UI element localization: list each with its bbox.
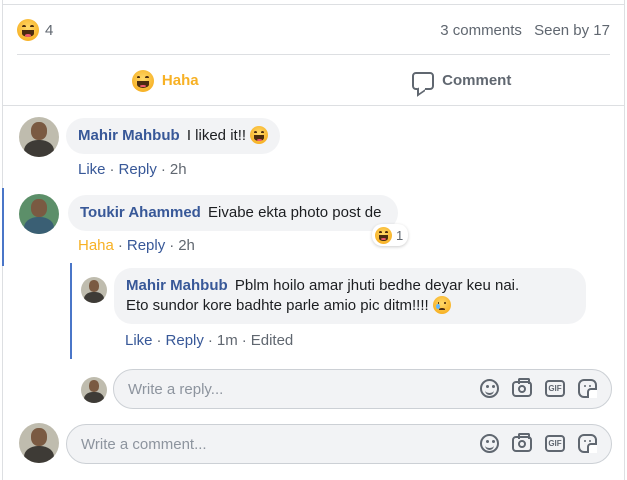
- comment-text: I liked it!!: [186, 127, 247, 144]
- haha-button[interactable]: Haha: [17, 55, 314, 106]
- avatar[interactable]: [19, 117, 59, 157]
- reply-link[interactable]: Reply: [166, 332, 204, 349]
- reply-bubble: Mahir Mahbub Pblm hoilo amar jhuti bedhe…: [114, 268, 586, 324]
- gif-icon[interactable]: GIF: [545, 380, 565, 397]
- reply-text-line1: Pblm hoilo amar jhuti bedhe deyar keu na…: [234, 277, 520, 294]
- haha-emoji-icon: [17, 19, 39, 41]
- comment-bubble: Mahir Mahbub I liked it!!: [66, 118, 281, 154]
- reaction-count: 4: [45, 21, 54, 39]
- avatar[interactable]: [81, 277, 107, 303]
- reply-input[interactable]: Write a reply... GIF: [113, 369, 612, 409]
- comment-text: Eivabe ekta photo post de: [208, 204, 382, 221]
- reply-link[interactable]: Reply: [127, 237, 165, 254]
- like-link[interactable]: Like: [78, 161, 106, 178]
- emoji-icon[interactable]: [480, 379, 499, 398]
- comment-button[interactable]: Comment: [314, 55, 611, 106]
- thread-indicator: [2, 188, 4, 266]
- comment-author[interactable]: Toukir Ahammed: [80, 204, 201, 221]
- emoji-icon[interactable]: [480, 434, 499, 453]
- sticker-icon[interactable]: [578, 379, 597, 398]
- reaction-summary: 4 3 comments Seen by 17: [17, 16, 610, 44]
- sticker-icon[interactable]: [578, 434, 597, 453]
- avatar[interactable]: [19, 194, 59, 234]
- camera-icon[interactable]: [512, 378, 532, 397]
- comment-icon: [412, 71, 435, 90]
- comment-meta: Like · Reply · 2h: [78, 161, 187, 178]
- reply-input-placeholder: Write a reply...: [128, 380, 224, 398]
- avatar: [19, 423, 59, 463]
- reply-meta: Like · Reply · 1m · Edited: [125, 332, 294, 349]
- reaction-badge[interactable]: 1: [372, 224, 409, 246]
- gif-icon[interactable]: GIF: [545, 435, 565, 452]
- haha-reaction-link[interactable]: Haha: [78, 237, 114, 254]
- comment-time[interactable]: 2h: [170, 161, 187, 178]
- haha-label: Haha: [161, 72, 199, 89]
- reply-link[interactable]: Reply: [119, 161, 157, 178]
- comment-time[interactable]: 2h: [178, 237, 195, 254]
- haha-emoji-icon: [375, 226, 392, 244]
- reactions-count[interactable]: 4: [17, 19, 53, 41]
- haha-emoji-icon: [131, 69, 154, 92]
- edited-label[interactable]: Edited: [251, 332, 294, 349]
- comments-panel: 4 3 comments Seen by 17 Haha Comment Mah…: [2, 0, 625, 480]
- top-divider: [3, 4, 624, 5]
- comments-count[interactable]: 3 comments: [440, 22, 522, 39]
- reaction-badge-count: 1: [396, 227, 404, 243]
- crying-emoji-icon: [432, 296, 451, 314]
- comment-meta: Haha · Reply · 2h: [78, 237, 195, 254]
- comment-input-placeholder: Write a comment...: [81, 435, 207, 453]
- like-link[interactable]: Like: [125, 332, 153, 349]
- laughing-tears-emoji-icon: [250, 126, 269, 144]
- avatar: [81, 377, 107, 403]
- reply-text-line2: Eto sundor kore badhte parle amio pic di…: [126, 297, 429, 314]
- seen-by[interactable]: Seen by 17: [534, 22, 610, 39]
- action-bar: Haha Comment: [17, 54, 610, 106]
- reply-author[interactable]: Mahir Mahbub: [126, 277, 228, 294]
- comment-input[interactable]: Write a comment... GIF: [66, 424, 612, 464]
- comment-bubble: Toukir Ahammed Eivabe ekta photo post de: [68, 195, 398, 231]
- comment-label: Comment: [442, 72, 512, 89]
- reply-time[interactable]: 1m: [217, 332, 238, 349]
- camera-icon[interactable]: [512, 433, 532, 452]
- reply-thread-indicator: [70, 263, 72, 359]
- divider: [3, 105, 624, 106]
- comment-author[interactable]: Mahir Mahbub: [78, 127, 180, 144]
